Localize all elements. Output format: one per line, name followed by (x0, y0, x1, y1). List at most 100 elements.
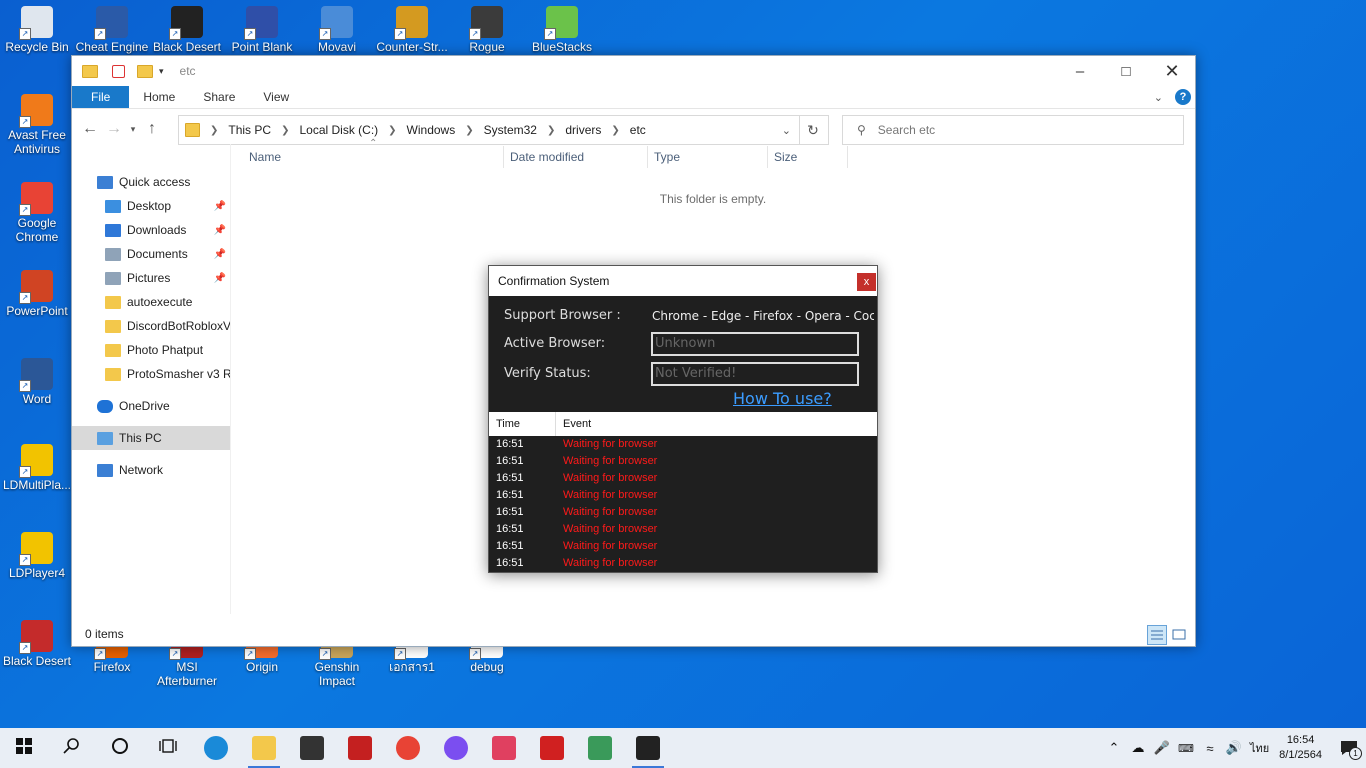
clock[interactable]: 16:54 8/1/2564 (1279, 733, 1322, 763)
desktop-icon-black-desert[interactable]: ↗ Black Desert (0, 620, 74, 668)
desktop-icon-ldmultipla[interactable]: ↗ LDMultiPla... (0, 444, 74, 492)
large-icons-view-icon[interactable] (1169, 625, 1189, 645)
sidebar-item-network[interactable]: Network (72, 458, 230, 482)
column-type[interactable]: Type (654, 144, 680, 170)
desktop-icon-google-chrome[interactable]: ↗ Google Chrome (0, 182, 74, 244)
chevron-right-icon[interactable]: ❯ (611, 125, 619, 136)
breadcrumb-drivers[interactable]: drivers (565, 123, 601, 137)
chevron-right-icon[interactable]: ❯ (388, 125, 396, 136)
refresh-button[interactable]: ↻ (798, 115, 829, 145)
desktop-icon-movavi[interactable]: ↗ Movavi (300, 6, 374, 54)
chevron-right-icon[interactable]: ❯ (547, 125, 555, 136)
address-bar[interactable]: ❯ This PC ❯ Local Disk (C:) ❯ Windows ❯ … (178, 115, 800, 145)
language-indicator[interactable]: ไทย (1250, 739, 1269, 757)
breadcrumb-etc[interactable]: etc (630, 123, 646, 137)
chevron-right-icon[interactable]: ❯ (210, 125, 218, 136)
sidebar-item-desktop[interactable]: Desktop 📌 (72, 194, 230, 218)
search-taskbar-button[interactable] (48, 728, 96, 768)
log-column-time[interactable]: Time (496, 418, 520, 430)
close-button[interactable]: ✕ (1149, 56, 1195, 86)
breadcrumb-this-pc[interactable]: This PC (228, 123, 271, 137)
breadcrumb-windows[interactable]: Windows (407, 123, 456, 137)
help-icon[interactable]: ? (1175, 89, 1191, 105)
game-bar-taskbar-button[interactable] (480, 728, 528, 768)
tab-file[interactable]: File (72, 86, 130, 108)
store-taskbar-button[interactable] (288, 728, 336, 768)
sidebar-item-protosmasher-v3-re[interactable]: ProtoSmasher v3 Re (72, 362, 230, 386)
desktop-icon-bluestacks[interactable]: ↗ BlueStacks (525, 6, 599, 54)
input-method-icon[interactable]: ⌨ (1174, 742, 1198, 755)
volume-icon[interactable]: 🔊 (1222, 740, 1246, 756)
log-row[interactable]: 16:51 Waiting for browser (489, 521, 877, 538)
column-date-modified[interactable]: Date modified (510, 144, 584, 170)
notification-icon[interactable]: 1 (1332, 728, 1366, 768)
new-folder-icon[interactable] (137, 64, 153, 78)
dialog-close-button[interactable]: x (857, 273, 876, 291)
log-row[interactable]: 16:51 Waiting for browser (489, 538, 877, 555)
chevron-right-icon[interactable]: ❯ (465, 125, 473, 136)
edge-taskbar-button[interactable] (192, 728, 240, 768)
verify-status-field[interactable]: Not Verified! (651, 362, 859, 386)
quick-access-dropdown-icon[interactable]: ▾ (159, 66, 164, 77)
sidebar-item-this-pc[interactable]: This PC (72, 426, 230, 450)
details-view-icon[interactable] (1147, 625, 1167, 645)
desktop-icon-powerpoint[interactable]: ↗ PowerPoint (0, 270, 74, 318)
search-box[interactable]: ⚲ Search etc (842, 115, 1184, 145)
expand-ribbon-icon[interactable]: ⌄ (1154, 91, 1163, 104)
desktop-icon-recycle-bin[interactable]: ↗ Recycle Bin (0, 6, 74, 54)
tab-home[interactable]: Home (129, 86, 189, 108)
log-row[interactable]: 16:51 Waiting for browser (489, 487, 877, 504)
back-button[interactable]: ← (78, 120, 102, 138)
recent-locations-icon[interactable]: ▾ (126, 124, 140, 135)
desktop-icon-word[interactable]: ↗ Word (0, 358, 74, 406)
desktop-icon-counter-str[interactable]: ↗ Counter-Str... (375, 6, 449, 54)
cortana-taskbar-button[interactable] (96, 728, 144, 768)
msi-taskbar-button[interactable] (336, 728, 384, 768)
sidebar-item-pictures[interactable]: Pictures 📌 (72, 266, 230, 290)
forward-button[interactable]: → (102, 120, 126, 138)
log-row[interactable]: 16:51 Waiting for browser (489, 555, 877, 572)
sidebar-item-documents[interactable]: Documents 📌 (72, 242, 230, 266)
minimize-button[interactable]: – (1057, 56, 1103, 86)
log-row[interactable]: 16:51 Waiting for browser (489, 436, 877, 453)
up-button[interactable]: ↑ (140, 120, 164, 138)
breadcrumb-system32[interactable]: System32 (484, 123, 537, 137)
desktop-icon-ldplayer4[interactable]: ↗ LDPlayer4 (0, 532, 74, 580)
messenger-taskbar-button[interactable] (432, 728, 480, 768)
log-list[interactable]: 16:51 Waiting for browser 16:51 Waiting for… (489, 436, 877, 572)
task-view-taskbar-button[interactable] (144, 728, 192, 768)
tab-share[interactable]: Share (189, 86, 249, 108)
log-row[interactable]: 16:51 Waiting for browser (489, 470, 877, 487)
properties-icon[interactable] (112, 64, 125, 78)
chrome-taskbar-button[interactable] (384, 728, 432, 768)
column-size[interactable]: Size (774, 144, 797, 170)
address-dropdown-icon[interactable]: ⌄ (782, 124, 791, 137)
chevron-right-icon[interactable]: ❯ (281, 125, 289, 136)
column-name[interactable]: Name (249, 144, 281, 170)
onedrive-tray-icon[interactable]: ☁ (1126, 740, 1150, 756)
garena-taskbar-button[interactable] (528, 728, 576, 768)
show-hidden-icons-icon[interactable]: ⌃ (1102, 740, 1126, 756)
app-window-taskbar-button[interactable] (576, 728, 624, 768)
start-button-taskbar-button[interactable] (0, 728, 48, 768)
desktop-icon-black-desert[interactable]: ↗ Black Desert (150, 6, 224, 54)
sidebar-item-photo-phatput[interactable]: Photo Phatput (72, 338, 230, 362)
search-placeholder[interactable]: Search etc (878, 123, 935, 137)
m-app-taskbar-button[interactable] (624, 728, 672, 768)
file-explorer-taskbar-button[interactable] (240, 728, 288, 768)
log-row[interactable]: 16:51 Waiting for browser (489, 504, 877, 521)
microphone-icon[interactable]: 🎤 (1150, 740, 1174, 756)
breadcrumb-local-disk[interactable]: Local Disk (C:) (299, 123, 378, 137)
log-row[interactable]: 16:51 Waiting for browser (489, 453, 877, 470)
active-browser-field[interactable]: Unknown (651, 332, 859, 356)
desktop-icon-rogue[interactable]: ↗ Rogue (450, 6, 524, 54)
how-to-use-link[interactable]: How To use? (733, 389, 832, 408)
desktop-icon-point-blank[interactable]: ↗ Point Blank (225, 6, 299, 54)
tab-view[interactable]: View (249, 86, 303, 108)
desktop-icon-cheat-engine[interactable]: ↗ Cheat Engine (75, 6, 149, 54)
log-column-event[interactable]: Event (563, 418, 591, 430)
sidebar-item-quick-access[interactable]: Quick access (72, 170, 230, 194)
sidebar-item-onedrive[interactable]: OneDrive (72, 394, 230, 418)
sidebar-item-downloads[interactable]: Downloads 📌 (72, 218, 230, 242)
sidebar-item-autoexecute[interactable]: autoexecute (72, 290, 230, 314)
